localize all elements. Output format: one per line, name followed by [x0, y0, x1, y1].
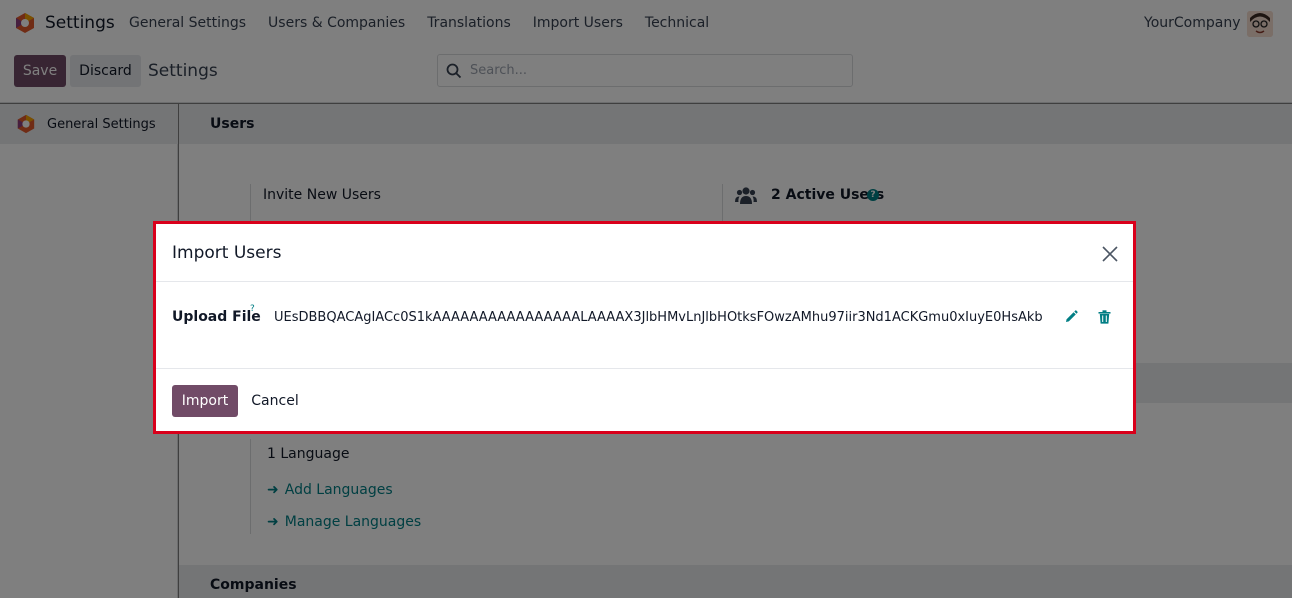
- close-icon[interactable]: [1102, 246, 1118, 262]
- dialog-header: Import Users: [156, 224, 1133, 282]
- field-help-tooltip[interactable]: ?: [250, 304, 255, 314]
- upload-file-label: Upload File: [172, 309, 261, 325]
- dialog-body: Upload File ? UEsDBBQACAgIACc0S1kAAAAAAA…: [156, 283, 1133, 368]
- dialog-footer: Import Cancel: [156, 368, 1133, 434]
- cancel-button[interactable]: Cancel: [244, 385, 306, 417]
- import-users-dialog: Import Users Upload File ? UEsDBBQACAgIA…: [153, 221, 1136, 434]
- dialog-title: Import Users: [172, 243, 282, 263]
- import-button[interactable]: Import: [172, 385, 238, 417]
- pencil-icon[interactable]: [1064, 310, 1078, 324]
- trash-icon[interactable]: [1098, 310, 1111, 324]
- upload-file-value: UEsDBBQACAgIACc0S1kAAAAAAAAAAAAAAAALAAAA…: [274, 310, 1043, 325]
